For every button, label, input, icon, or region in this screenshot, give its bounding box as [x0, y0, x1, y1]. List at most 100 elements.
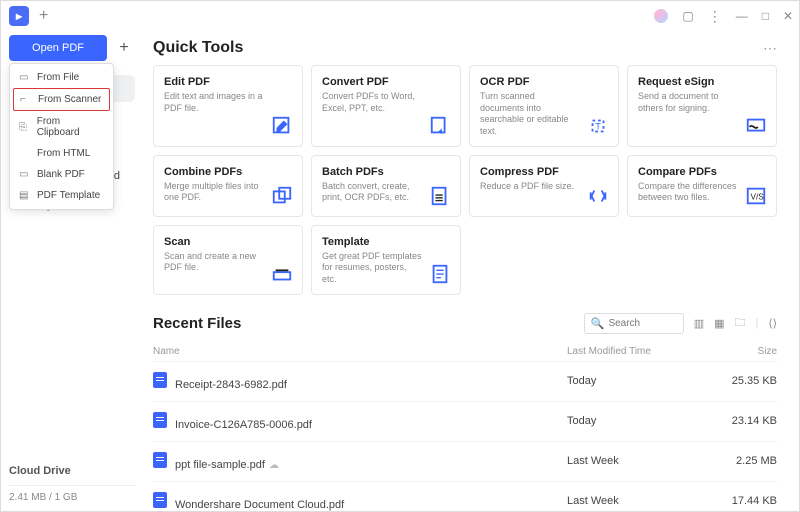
- tool-card-request-esign[interactable]: Request eSign Send a document to others f…: [627, 65, 777, 147]
- card-desc: Reduce a PDF file size.: [480, 181, 580, 193]
- table-row[interactable]: Invoice-C126A785-0006.pdf Today23.14 KB: [153, 401, 777, 441]
- dropdown-icon: ▤: [19, 190, 31, 201]
- col-modified[interactable]: Last Modified Time: [567, 346, 717, 357]
- file-name: Wondershare Document Cloud.pdf: [175, 499, 344, 511]
- quick-tools-title: Quick Tools: [153, 39, 243, 57]
- file-name: Receipt-2843-6982.pdf: [175, 379, 287, 391]
- pdf-file-icon: [153, 372, 167, 388]
- feedback-icon[interactable]: ▢: [682, 9, 693, 23]
- card-desc: Merge multiple files into one PDF.: [164, 181, 264, 204]
- dropdown-item-from-file[interactable]: ▭From File: [13, 67, 110, 88]
- card-desc: Send a document to others for signing.: [638, 91, 738, 114]
- recent-files-title: Recent Files: [153, 315, 241, 332]
- card-icon: [270, 114, 294, 138]
- card-title: Scan: [164, 236, 292, 248]
- card-icon: [428, 262, 452, 286]
- tool-card-combine-pdfs[interactable]: Combine PDFs Merge multiple files into on…: [153, 155, 303, 217]
- card-icon: [428, 114, 452, 138]
- minimize-button[interactable]: —: [736, 9, 748, 23]
- card-desc: Get great PDF templates for resumes, pos…: [322, 251, 422, 286]
- app-logo: ▸: [9, 6, 29, 26]
- dropdown-item-from-clipboard[interactable]: ⎘From Clipboard: [13, 111, 110, 143]
- file-size: 2.25 MB: [717, 455, 777, 467]
- dropdown-item-from-scanner[interactable]: ⌐From Scanner: [13, 88, 110, 111]
- file-size: 25.35 KB: [717, 375, 777, 387]
- file-size: 17.44 KB: [717, 495, 777, 507]
- collapse-icon[interactable]: ⟨⟩: [768, 317, 777, 330]
- tool-card-template[interactable]: Template Get great PDF templates for resu…: [311, 225, 461, 295]
- card-title: Compare PDFs: [638, 166, 766, 178]
- tool-card-edit-pdf[interactable]: Edit PDFEdit text and images in a PDF fi…: [153, 65, 303, 147]
- file-name: ppt file-sample.pdf: [175, 459, 265, 471]
- card-title: Combine PDFs: [164, 166, 292, 178]
- dropdown-item-from-html[interactable]: From HTML: [13, 143, 110, 164]
- tool-card-ocr-pdf[interactable]: OCR PDF Turn scanned documents into searc…: [469, 65, 619, 147]
- cloud-icon: ☁: [269, 460, 279, 471]
- svg-text:T: T: [595, 121, 601, 131]
- dropdown-icon: ⌐: [20, 94, 32, 105]
- card-desc: Turn scanned documents into searchable o…: [480, 91, 580, 138]
- card-desc: Scan and create a new PDF file.: [164, 251, 264, 274]
- card-title: Compress PDF: [480, 166, 608, 178]
- quick-tools-more-icon[interactable]: ⋯: [763, 40, 777, 57]
- view-grid-icon[interactable]: ▦: [714, 317, 724, 330]
- tool-card-compress-pdf[interactable]: Compress PDF Reduce a PDF file size.: [469, 155, 619, 217]
- pdf-file-icon: [153, 412, 167, 428]
- ai-icon[interactable]: [654, 9, 668, 23]
- table-row[interactable]: Wondershare Document Cloud.pdf Last Week1…: [153, 481, 777, 511]
- card-title: Batch PDFs: [322, 166, 450, 178]
- file-modified: Last Week: [567, 495, 717, 507]
- card-icon: [270, 262, 294, 286]
- card-desc: Compare the differences between two file…: [638, 181, 738, 204]
- file-modified: Last Week: [567, 455, 717, 467]
- view-list-icon[interactable]: ▥: [694, 317, 704, 330]
- col-size[interactable]: Size: [717, 346, 777, 357]
- content: Quick Tools ⋯ Edit PDFEdit text and imag…: [143, 31, 799, 511]
- search-input[interactable]: 🔍: [584, 313, 684, 334]
- table-row[interactable]: ppt file-sample.pdf ☁ Last Week2.25 MB: [153, 441, 777, 481]
- card-title: Edit PDF: [164, 76, 292, 88]
- card-icon: V/S: [744, 184, 768, 208]
- card-icon: [428, 184, 452, 208]
- search-icon: 🔍: [591, 317, 605, 330]
- dropdown-item-pdf-template[interactable]: ▤PDF Template: [13, 185, 110, 206]
- titlebar: ▸ + ▢ ⋮ — □ ✕: [1, 1, 799, 31]
- view-folder-icon[interactable]: 🗀: [735, 314, 746, 333]
- dropdown-item-blank-pdf[interactable]: ▭Blank PDF: [13, 164, 110, 185]
- sidebar: Open PDF + ▭From File⌐From Scanner⎘From …: [1, 31, 143, 511]
- dropdown-icon: ▭: [19, 72, 31, 83]
- file-size: 23.14 KB: [717, 415, 777, 427]
- cloud-drive-block: Cloud Drive 2.41 MB / 1 GB: [9, 465, 135, 503]
- search-field[interactable]: [608, 318, 678, 329]
- tool-card-convert-pdf[interactable]: Convert PDFConvert PDFs to Word, Excel, …: [311, 65, 461, 147]
- pdf-file-icon: [153, 492, 167, 508]
- tool-card-batch-pdfs[interactable]: Batch PDFs Batch convert, create, print, …: [311, 155, 461, 217]
- open-pdf-button[interactable]: Open PDF: [9, 35, 107, 61]
- close-button[interactable]: ✕: [783, 9, 793, 23]
- window-controls: ▢ ⋮ — □ ✕: [654, 8, 793, 25]
- tool-card-compare-pdfs[interactable]: Compare PDFs Compare the differences betw…: [627, 155, 777, 217]
- card-title: Request eSign: [638, 76, 766, 88]
- card-title: OCR PDF: [480, 76, 608, 88]
- card-icon: [744, 114, 768, 138]
- pdf-file-icon: [153, 452, 167, 468]
- card-icon: T: [586, 114, 610, 138]
- dropdown-icon: ▭: [19, 169, 31, 180]
- recent-files-table: Name Last Modified Time Size Receipt-284…: [153, 342, 777, 511]
- card-title: Template: [322, 236, 450, 248]
- table-row[interactable]: Receipt-2843-6982.pdfToday25.35 KB: [153, 361, 777, 401]
- col-name[interactable]: Name: [153, 346, 567, 357]
- more-icon[interactable]: ⋮: [708, 8, 722, 25]
- create-pdf-button[interactable]: +: [113, 35, 135, 61]
- card-icon: [586, 184, 610, 208]
- new-tab-button[interactable]: +: [39, 7, 48, 25]
- maximize-button[interactable]: □: [762, 9, 769, 23]
- card-desc: Convert PDFs to Word, Excel, PPT, etc.: [322, 91, 422, 114]
- dropdown-icon: ⎘: [19, 122, 31, 133]
- file-name: Invoice-C126A785-0006.pdf: [175, 419, 312, 431]
- tool-card-scan[interactable]: Scan Scan and create a new PDF file.: [153, 225, 303, 295]
- file-modified: Today: [567, 415, 717, 427]
- card-desc: Batch convert, create, print, OCR PDFs, …: [322, 181, 422, 204]
- cloud-drive-title[interactable]: Cloud Drive: [9, 465, 135, 477]
- card-icon: [270, 184, 294, 208]
